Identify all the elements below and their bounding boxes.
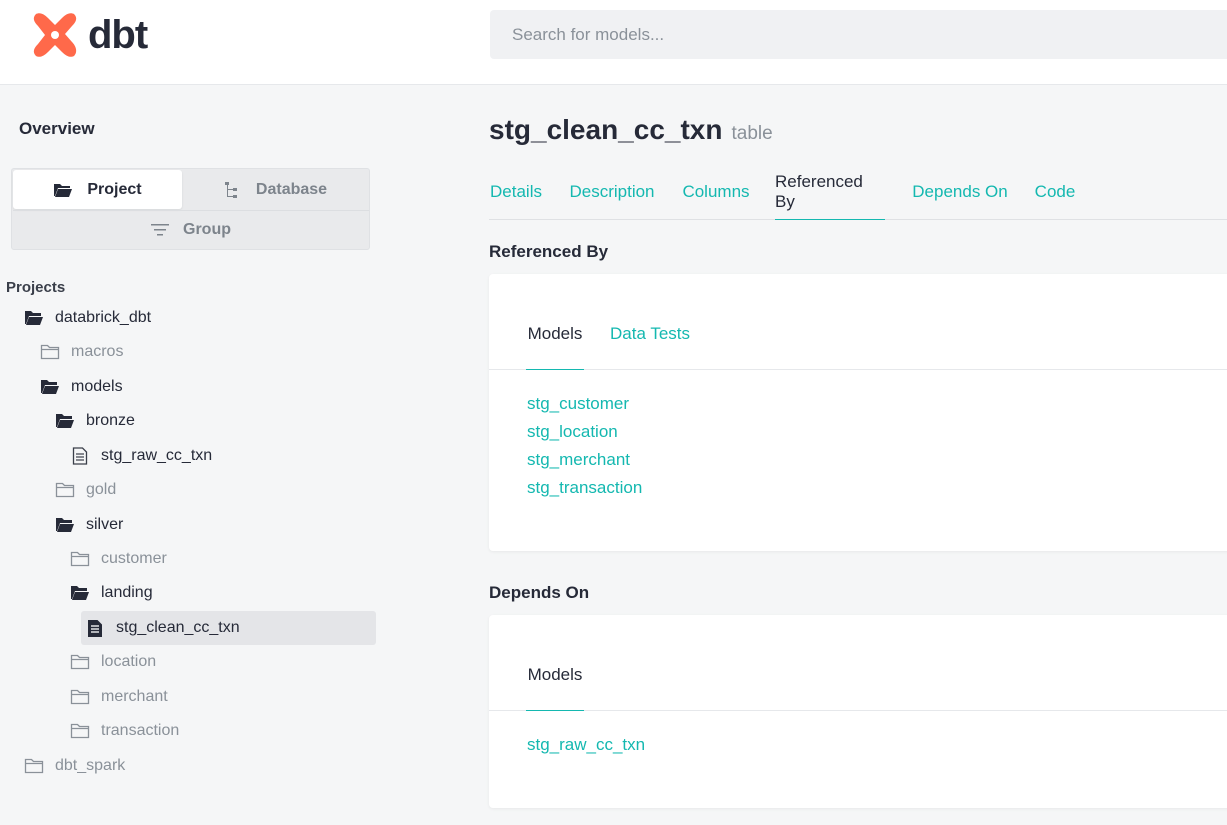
file-icon xyxy=(85,619,105,637)
referenced-by-card: Models Data Tests stg_customer stg_locat… xyxy=(489,274,1227,551)
tree-folder-item[interactable]: dbt_spark xyxy=(24,749,125,783)
search-bar[interactable] xyxy=(490,10,1227,59)
model-link[interactable]: stg_transaction xyxy=(527,474,642,502)
model-type: table xyxy=(731,123,773,144)
tree-folder-item[interactable]: location xyxy=(70,645,156,679)
tree-item-label: transaction xyxy=(101,722,180,739)
depends-on-tabs: Models xyxy=(489,615,1227,711)
tab-details[interactable]: Details xyxy=(489,164,543,220)
database-view-label: Database xyxy=(255,180,328,198)
tree-item-label: macros xyxy=(71,343,124,360)
folder-icon xyxy=(70,722,90,740)
referenced-by-heading: Referenced By xyxy=(489,242,609,261)
tree-folder-item[interactable]: silver xyxy=(55,508,123,542)
folder-icon xyxy=(55,481,75,499)
tree-item-label: gold xyxy=(86,481,117,498)
sidebar: Overview Project Database Group Projects… xyxy=(0,86,400,825)
tab-columns[interactable]: Columns xyxy=(681,164,751,220)
folder-icon xyxy=(24,757,44,775)
folder-icon xyxy=(70,688,90,706)
tree-folder-item[interactable]: databrick_dbt xyxy=(24,301,151,335)
tree-item-label: databrick_dbt xyxy=(55,309,152,326)
tree-item-label: merchant xyxy=(101,688,168,705)
filter-lines-icon xyxy=(151,223,169,237)
depends-on-card: Models stg_raw_cc_txn xyxy=(489,615,1227,808)
model-link[interactable]: stg_customer xyxy=(527,390,642,418)
folder-icon xyxy=(70,653,90,671)
tree-folder-item[interactable]: models xyxy=(40,370,123,404)
model-name: stg_clean_cc_txn xyxy=(489,114,723,145)
referenced-by-tabs: Models Data Tests xyxy=(489,274,1227,370)
tree-folder-item[interactable]: landing xyxy=(70,576,153,610)
main-content: stg_clean_cc_txn table Details Descripti… xyxy=(489,86,1227,825)
tree-item-label: customer xyxy=(101,550,167,567)
folder-icon xyxy=(40,343,60,361)
tree-item-label: models xyxy=(71,378,123,395)
tree-folder-item[interactable]: merchant xyxy=(70,680,168,714)
folder-open-icon xyxy=(70,584,90,602)
tab-models[interactable]: Models xyxy=(526,657,584,711)
group-view-button[interactable]: Group xyxy=(13,210,369,249)
tree-item-label: silver xyxy=(86,516,124,533)
detail-tabs: Details Description Columns Referenced B… xyxy=(489,164,1227,220)
tree-folder-item[interactable]: transaction xyxy=(70,714,179,748)
tree-item-label: landing xyxy=(101,584,153,601)
folder-open-icon xyxy=(55,516,75,534)
page-title: stg_clean_cc_txn table xyxy=(489,114,773,146)
depends-on-heading: Depends On xyxy=(489,583,590,602)
database-view-button[interactable]: Database xyxy=(182,170,369,209)
tab-depends-on[interactable]: Depends On xyxy=(910,164,1010,220)
model-link[interactable]: stg_merchant xyxy=(527,446,642,474)
tree-folder-item[interactable]: macros xyxy=(40,335,123,369)
tree-file-item[interactable]: stg_clean_cc_txn xyxy=(81,611,376,645)
tree-folder-item[interactable]: gold xyxy=(55,473,116,507)
search-input[interactable] xyxy=(512,24,1227,45)
model-link[interactable]: stg_raw_cc_txn xyxy=(527,731,645,759)
top-header: dbt xyxy=(0,0,1227,85)
group-view-label: Group xyxy=(183,221,231,238)
projects-heading: Projects xyxy=(6,279,66,296)
project-view-label: Project xyxy=(87,180,142,198)
folder-open-icon xyxy=(40,378,60,396)
tab-code[interactable]: Code xyxy=(1033,164,1077,220)
tab-data-tests[interactable]: Data Tests xyxy=(610,316,690,370)
folder-open-icon xyxy=(24,309,44,327)
tree-item-label: location xyxy=(101,653,157,670)
tree-folder-item[interactable]: customer xyxy=(70,542,167,576)
tab-description[interactable]: Description xyxy=(567,164,657,220)
model-link[interactable]: stg_location xyxy=(527,418,642,446)
folder-open-icon xyxy=(55,412,75,430)
tree-item-label: dbt_spark xyxy=(55,757,126,774)
brand-name: dbt xyxy=(88,12,148,57)
tree-item-label: stg_clean_cc_txn xyxy=(116,619,240,636)
folder-icon xyxy=(70,550,90,568)
overview-link[interactable]: Overview xyxy=(19,119,95,139)
tree-item-label: bronze xyxy=(86,412,135,429)
tree-file-item[interactable]: stg_raw_cc_txn xyxy=(70,439,212,473)
view-switcher: Project Database Group xyxy=(11,168,370,250)
dbt-logo[interactable]: dbt xyxy=(30,10,148,60)
referenced-by-list: stg_customer stg_location stg_merchant s… xyxy=(527,390,642,502)
project-view-button[interactable]: Project xyxy=(13,170,182,209)
hierarchy-icon xyxy=(224,181,242,199)
tab-referenced-by[interactable]: Referenced By xyxy=(775,164,885,220)
dbt-logo-icon xyxy=(33,13,77,57)
tab-models[interactable]: Models xyxy=(526,316,584,370)
folder-open-icon xyxy=(53,182,73,198)
tree-folder-item[interactable]: bronze xyxy=(55,404,135,438)
depends-on-list: stg_raw_cc_txn xyxy=(527,731,645,759)
tree-item-label: stg_raw_cc_txn xyxy=(101,447,213,464)
file-icon xyxy=(70,447,90,465)
